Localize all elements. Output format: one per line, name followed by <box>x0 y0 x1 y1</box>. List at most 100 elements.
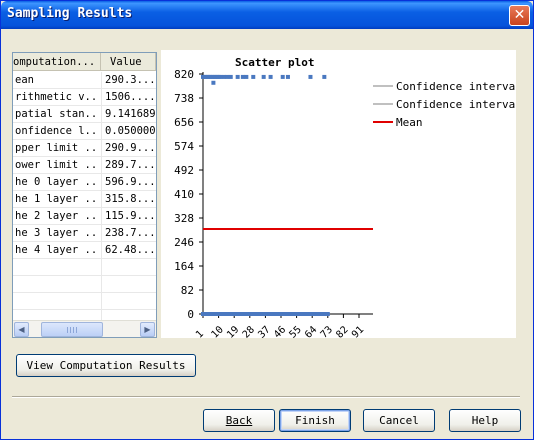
table-row[interactable]: pper limit ... 290.9... <box>13 140 156 157</box>
row-computation-name: rithmetic v... <box>15 91 99 103</box>
table-row[interactable]: he 1 layer ... 315.8... <box>13 191 156 208</box>
data-point <box>308 74 313 79</box>
table-body: ean 290.3... rithmetic v... 1506.... patial … <box>13 72 156 327</box>
row-computation-name: ower limit ... <box>15 159 99 171</box>
legend-label: Mean <box>396 116 423 129</box>
y-tick-label: 738 <box>174 92 194 105</box>
data-point <box>240 74 245 79</box>
window-title: Sampling Results <box>7 6 133 21</box>
row-value: 1506.... <box>105 91 155 103</box>
data-point <box>244 74 249 79</box>
x-tick-label: 37 <box>256 324 272 338</box>
row-value: 115.9... <box>105 210 155 222</box>
data-point <box>225 74 230 79</box>
scatter-chart: Scatter plot 0 82 164 246 328 410 492 574 656 738… <box>161 50 516 338</box>
column-header-value[interactable]: Value <box>102 53 156 71</box>
data-point <box>235 74 240 79</box>
y-tick-label: 82 <box>181 284 194 297</box>
grip-icon <box>67 327 77 333</box>
row-value: 290.9... <box>105 142 155 154</box>
empty-table-row <box>13 293 156 310</box>
title-bar[interactable]: Sampling Results ✕ <box>1 1 533 29</box>
data-point <box>221 74 226 79</box>
y-tick-label: 656 <box>174 116 194 129</box>
x-tick-label: 73 <box>319 324 335 338</box>
row-computation-name: pper limit ... <box>15 142 99 154</box>
row-computation-name: he 4 layer ... <box>15 244 99 256</box>
row-computation-name: ean <box>15 74 34 86</box>
row-value: 62.48... <box>105 244 155 256</box>
row-value: 315.8... <box>105 193 155 205</box>
x-tick-label: 10 <box>210 324 226 338</box>
data-point <box>211 80 216 85</box>
table-row[interactable]: he 0 layer ... 596.9... <box>13 174 156 191</box>
y-tick-label: 0 <box>187 308 194 321</box>
y-tick-label: 410 <box>174 188 194 201</box>
sampling-results-dialog: Sampling Results ✕ omputation... Value e… <box>0 0 534 440</box>
row-value: 9.141689 <box>105 108 155 120</box>
empty-table-row <box>13 259 156 276</box>
x-tick-label: 1 <box>194 329 206 338</box>
y-tick-label: 164 <box>174 260 194 273</box>
back-button[interactable]: Back <box>203 409 275 432</box>
column-header-computation[interactable]: omputation... <box>13 53 101 71</box>
legend-label: Confidence interval <box>396 98 516 111</box>
row-computation-name: onfidence l... <box>15 125 99 137</box>
y-tick-label: 574 <box>174 140 194 153</box>
results-table: omputation... Value ean 290.3... rithmetic… <box>12 52 157 338</box>
row-value: 596.9... <box>105 176 155 188</box>
legend-label: Confidence interval <box>396 80 516 93</box>
help-button[interactable]: Help <box>449 409 521 432</box>
empty-table-row <box>13 276 156 293</box>
finish-button[interactable]: Finish <box>279 409 351 432</box>
row-computation-name: he 3 layer ... <box>15 227 99 239</box>
separator <box>12 396 520 398</box>
horizontal-scrollbar[interactable]: ◀ ▶ <box>13 320 156 337</box>
data-point <box>285 74 290 79</box>
row-computation-name: he 1 layer ... <box>15 193 99 205</box>
data-point <box>261 74 266 79</box>
table-row[interactable]: ower limit ... 289.7... <box>13 157 156 174</box>
scroll-thumb[interactable] <box>41 322 103 337</box>
row-computation-name: he 0 layer ... <box>15 176 99 188</box>
table-row[interactable]: onfidence l... 0.050000 <box>13 123 156 140</box>
x-tick-label: 19 <box>225 324 241 338</box>
x-tick-label: 64 <box>303 324 319 338</box>
data-point <box>322 74 327 79</box>
scroll-right-button[interactable]: ▶ <box>140 322 155 337</box>
y-tick-label: 328 <box>174 212 194 225</box>
table-header: omputation... Value <box>13 53 156 71</box>
back-button-label: Back <box>225 414 253 427</box>
table-row[interactable]: ean 290.3... <box>13 72 156 89</box>
x-tick-label: 28 <box>241 324 257 338</box>
data-point <box>220 312 225 316</box>
chart-canvas: 0 82 164 246 328 410 492 574 656 738 820 1 10 19 28 37 4… <box>174 68 516 338</box>
row-value: 289.7... <box>105 159 155 171</box>
data-point <box>268 74 273 79</box>
table-row[interactable]: rithmetic v... 1506.... <box>13 89 156 106</box>
x-tick-label: 46 <box>272 324 288 338</box>
x-tick-label: 91 <box>350 324 366 338</box>
data-point <box>207 312 212 316</box>
table-row[interactable]: he 3 layer ... 238.7... <box>13 225 156 242</box>
table-row[interactable]: he 2 layer ... 115.9... <box>13 208 156 225</box>
row-computation-name: patial stan... <box>15 108 99 120</box>
x-tick-label: 82 <box>334 324 350 338</box>
table-row[interactable]: patial stan... 9.141689 <box>13 106 156 123</box>
close-button[interactable]: ✕ <box>509 5 530 26</box>
row-value: 0.050000 <box>105 125 155 137</box>
data-point <box>218 74 223 79</box>
row-value: 238.7... <box>105 227 155 239</box>
y-tick-label: 246 <box>174 236 194 249</box>
scroll-left-button[interactable]: ◀ <box>14 322 29 337</box>
data-point <box>251 74 256 79</box>
x-tick-label: 55 <box>288 324 304 338</box>
data-point <box>280 74 285 79</box>
table-row[interactable]: he 4 layer ... 62.48... <box>13 242 156 259</box>
view-computation-results-button[interactable]: View Computation Results <box>16 354 196 377</box>
row-value: 290.3... <box>105 74 155 86</box>
data-point <box>325 312 330 316</box>
y-tick-label: 820 <box>174 68 194 81</box>
cancel-button[interactable]: Cancel <box>363 409 435 432</box>
data-point <box>216 312 221 316</box>
